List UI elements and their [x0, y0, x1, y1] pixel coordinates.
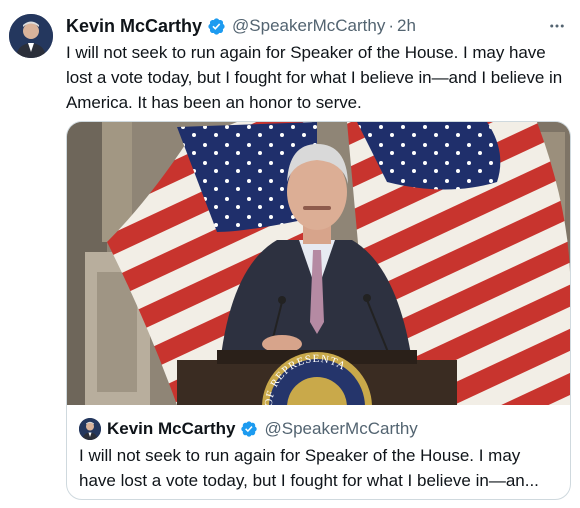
tweet-text: I will not seek to run again for Speaker…	[66, 43, 563, 112]
tweet-timestamp[interactable]: 2h	[397, 16, 416, 36]
avatar-image	[9, 14, 53, 58]
quoted-tweet-card[interactable]: OF REPRESENTA Kevin McCarthy @SpeakerMcC…	[66, 121, 571, 500]
tweet-header: Kevin McCarthy @SpeakerMcCarthy · 2h	[66, 14, 568, 38]
quoted-tweet-text: I will not seek to run again for Speaker…	[79, 446, 539, 490]
quoted-tweet-photo[interactable]: OF REPRESENTA	[67, 122, 570, 405]
verified-badge-icon	[240, 420, 258, 438]
quoted-author-avatar	[79, 418, 101, 440]
quoted-author-handle: @SpeakerMcCarthy	[264, 419, 418, 438]
quoted-author-name: Kevin McCarthy	[107, 419, 236, 438]
quoted-tweet-header: Kevin McCarthy @SpeakerMcCarthy	[79, 417, 418, 441]
photo-speaker-at-podium: OF REPRESENTA	[67, 122, 570, 405]
author-avatar[interactable]	[9, 14, 53, 58]
separator-dot: ·	[388, 16, 395, 35]
verified-badge-icon[interactable]	[207, 17, 226, 36]
more-horizontal-icon[interactable]	[546, 15, 568, 37]
author-handle[interactable]: @SpeakerMcCarthy	[232, 16, 385, 36]
author-name[interactable]: Kevin McCarthy	[66, 16, 202, 37]
